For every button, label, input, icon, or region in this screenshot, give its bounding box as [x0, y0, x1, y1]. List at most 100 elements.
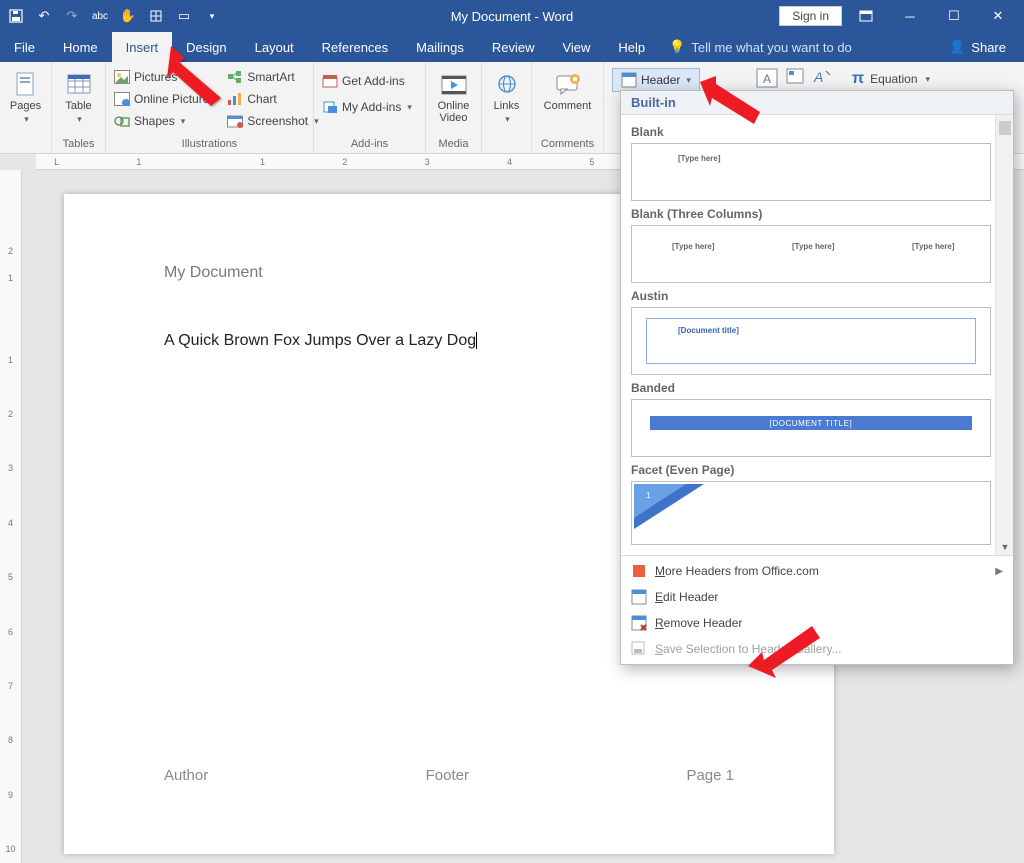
- equation-button[interactable]: π Equation ▾: [848, 68, 934, 90]
- redo-icon[interactable]: ↷: [62, 6, 82, 26]
- titlebar-right: Sign in ─ ☐ ✕: [779, 2, 1018, 30]
- pictures-button[interactable]: Pictures: [112, 68, 217, 86]
- edit-header-button[interactable]: Edit Header: [621, 584, 1013, 610]
- qat-customize-caret-icon[interactable]: ▾: [202, 6, 222, 26]
- tell-me-search[interactable]: 💡 Tell me what you want to do: [669, 39, 852, 55]
- tab-layout[interactable]: Layout: [241, 32, 308, 62]
- svg-text:✹: ✹: [571, 75, 578, 84]
- svg-text:A: A: [763, 72, 771, 86]
- addins-icon: [322, 99, 338, 115]
- scroll-down-icon[interactable]: ▼: [996, 539, 1013, 555]
- my-addins-label: My Add-ins: [342, 100, 401, 114]
- three-ph-3: [Type here]: [912, 242, 955, 251]
- chart-button[interactable]: Chart: [225, 90, 320, 108]
- comment-button[interactable]: ✹ Comment: [538, 68, 597, 112]
- save-icon[interactable]: [6, 6, 26, 26]
- titlebar: ↶ ↷ abc ✋ ▭ ▾ My Document - Word Sign in…: [0, 0, 1024, 32]
- tab-help[interactable]: Help: [604, 32, 659, 62]
- remove-header-button[interactable]: Remove Header: [621, 610, 1013, 636]
- edit-header-label: dit Header: [663, 590, 718, 604]
- office-icon: [631, 563, 647, 579]
- links-button[interactable]: Links ▾: [488, 68, 525, 125]
- gallery-item-blank[interactable]: [Type here]: [631, 143, 991, 201]
- quick-access-toolbar: ↶ ↷ abc ✋ ▭ ▾: [6, 6, 222, 26]
- tab-file[interactable]: File: [0, 32, 49, 62]
- save-gallery-label: ave Selection to Header Gallery...: [663, 642, 842, 656]
- screenshot-label: Screenshot: [247, 114, 308, 128]
- pictures-label: Pictures: [134, 70, 177, 84]
- svg-text:A: A: [813, 69, 823, 85]
- header-button[interactable]: Header ▾: [612, 68, 700, 92]
- group-illustrations: Pictures Online Pictures Shapes▾ SmartAr…: [106, 62, 314, 153]
- online-pictures-button[interactable]: Online Pictures: [112, 90, 217, 108]
- get-addins-button[interactable]: Get Add-ins: [320, 72, 407, 90]
- minimize-icon[interactable]: ─: [890, 2, 930, 30]
- tab-view[interactable]: View: [548, 32, 604, 62]
- pi-icon: π: [852, 70, 864, 88]
- tab-design[interactable]: Design: [172, 32, 240, 62]
- undo-icon[interactable]: ↶: [34, 6, 54, 26]
- picture-icon: [114, 69, 130, 85]
- gallery-section-builtin: Built-in: [621, 91, 1013, 115]
- group-pages-label: [6, 136, 45, 153]
- my-addins-button[interactable]: My Add-ins▾: [320, 98, 414, 116]
- gallery-item-austin[interactable]: [Document title]: [631, 307, 991, 375]
- store-icon: [322, 73, 338, 89]
- three-ph-1: [Type here]: [672, 242, 715, 251]
- gallery-scroll-area[interactable]: Blank [Type here] Blank (Three Columns) …: [621, 115, 1013, 555]
- group-addins-label: Add-ins: [320, 136, 419, 153]
- tab-insert[interactable]: Insert: [112, 32, 173, 62]
- folder-icon[interactable]: ▭: [174, 6, 194, 26]
- footer-right: Page 1: [686, 767, 734, 784]
- group-comments: ✹ Comment Comments: [532, 62, 604, 153]
- group-links: Links ▾: [482, 62, 532, 153]
- banded-placeholder: [DOCUMENT TITLE]: [650, 416, 972, 430]
- hand-icon[interactable]: ✋: [118, 6, 138, 26]
- footer-left: Author: [164, 767, 208, 784]
- scroll-thumb[interactable]: [999, 121, 1011, 135]
- touch-icon[interactable]: [146, 6, 166, 26]
- group-media-label: Media: [432, 136, 475, 153]
- gallery-item-banded[interactable]: [DOCUMENT TITLE]: [631, 399, 991, 457]
- gallery-scrollbar[interactable]: ▲ ▼: [995, 115, 1013, 555]
- group-tables: Table ▾ Tables: [52, 62, 106, 153]
- pages-icon: [12, 72, 40, 98]
- close-icon[interactable]: ✕: [978, 2, 1018, 30]
- pages-button[interactable]: Pages ▾: [6, 68, 45, 125]
- save-to-gallery-button: Save Selection to Header Gallery...: [621, 636, 1013, 662]
- share-button[interactable]: 👤 Share: [931, 39, 1024, 55]
- tab-home[interactable]: Home: [49, 32, 112, 62]
- group-illustrations-label: Illustrations: [112, 136, 307, 153]
- chart-label: Chart: [247, 92, 276, 106]
- signin-button[interactable]: Sign in: [779, 6, 842, 26]
- screenshot-button[interactable]: Screenshot▾: [225, 112, 320, 130]
- link-icon: [493, 72, 521, 98]
- online-video-label: Online Video: [438, 100, 470, 124]
- shapes-button[interactable]: Shapes▾: [112, 112, 217, 130]
- remove-header-icon: [631, 615, 647, 631]
- gallery-item-three-columns[interactable]: [Type here] [Type here] [Type here]: [631, 225, 991, 283]
- online-video-button[interactable]: Online Video: [432, 68, 475, 124]
- table-button[interactable]: Table ▾: [58, 68, 99, 125]
- group-links-label: [488, 136, 525, 153]
- table-label: Table: [65, 100, 91, 112]
- header-button-label: Header: [641, 73, 680, 87]
- tab-review[interactable]: Review: [478, 32, 549, 62]
- three-ph-2: [Type here]: [792, 242, 835, 251]
- group-pages: Pages ▾: [0, 62, 52, 153]
- maximize-icon[interactable]: ☐: [934, 2, 974, 30]
- ribbon-display-icon[interactable]: [846, 2, 886, 30]
- tab-mailings[interactable]: Mailings: [402, 32, 478, 62]
- equation-label: Equation: [870, 72, 917, 86]
- gallery-item-facet[interactable]: 1: [631, 481, 991, 545]
- body-content: A Quick Brown Fox Jumps Over a Lazy Dog: [164, 332, 476, 349]
- vertical-ruler[interactable]: 2112345678910: [0, 170, 22, 863]
- gallery-item-banded-label: Banded: [631, 381, 991, 395]
- edit-header-icon: [631, 589, 647, 605]
- tab-references[interactable]: References: [308, 32, 402, 62]
- smartart-label: SmartArt: [247, 70, 294, 84]
- more-headers-button[interactable]: More Headers from Office.com ▶: [621, 558, 1013, 584]
- smartart-button[interactable]: SmartArt: [225, 68, 320, 86]
- spelling-icon[interactable]: abc: [90, 6, 110, 26]
- shapes-label: Shapes: [134, 114, 175, 128]
